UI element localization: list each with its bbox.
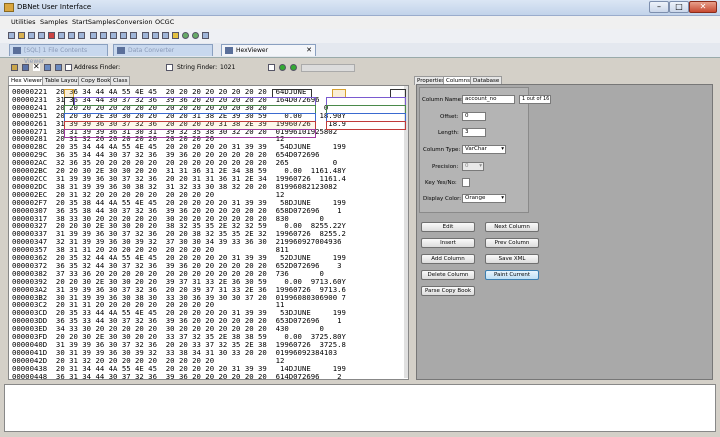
column-type-value: VarChar [465,146,487,152]
find-previous-icon[interactable] [279,64,286,71]
search-progress-bar [301,64,355,72]
hex-dump-text: 00000221 20 36 34 44 4A 55 4E 45 20 20 2… [12,87,346,380]
column-name-label: Column Name: [422,97,463,103]
chevron-down-icon: ▾ [501,195,504,201]
delete-column-button[interactable]: Delete Column [421,270,475,280]
next-column-button[interactable]: Next Column [485,222,539,232]
window-title: DBNet User Interface [17,3,92,11]
italic-icon[interactable] [120,32,127,39]
underline-icon[interactable] [130,32,137,39]
column-type-select[interactable]: VarChar ▾ [462,145,506,154]
print-icon[interactable] [28,32,35,39]
close-icon[interactable]: ✕ [33,63,40,71]
undo-icon[interactable] [90,32,97,39]
list-icon[interactable] [142,32,149,39]
paste-icon[interactable] [68,32,75,39]
bold-icon[interactable] [110,32,117,39]
length-input[interactable]: 3 [462,128,486,137]
close-button[interactable]: ✕ [689,1,717,13]
folder-icon[interactable] [172,32,179,39]
menu-bar: Utilities Samples StartSamples Conversio… [0,16,720,29]
column-name-input[interactable]: account_no [462,95,515,104]
insert-button[interactable]: Insert [421,238,475,248]
document-icon [13,47,21,54]
menu-samples[interactable]: Samples [40,18,68,26]
menu-utilities[interactable]: Utilities [11,18,35,26]
tab-data-converter[interactable]: Data Converter [113,44,213,56]
delete-icon[interactable] [48,32,55,39]
display-color-select[interactable]: Orange ▾ [462,194,506,203]
find-icon[interactable] [78,32,85,39]
output-panel[interactable] [4,384,716,432]
edit-button[interactable]: Edit [421,222,475,232]
search-go-icon[interactable] [268,64,275,71]
string-go-icon[interactable] [166,64,173,71]
prev-column-button[interactable]: Prev Column [485,238,539,248]
refresh-icon[interactable] [192,32,199,39]
maximize-button[interactable]: □ [669,1,689,13]
title-bar: DBNet User Interface – □ ✕ [0,0,720,16]
string-finder-label: String Finder: [177,64,218,71]
go-forward-icon[interactable] [182,32,189,39]
length-label: Length: [438,130,459,136]
document-tabs: [SQL] 1 File Contents Viewer Data Conver… [0,43,720,65]
parse-copy-book-button[interactable]: Parse Copy Book [421,286,475,296]
main-toolbar [0,29,720,44]
tab-table-layout[interactable]: Table Layout [42,76,83,85]
chevron-down-icon: ▾ [501,146,504,152]
save-icon[interactable] [8,32,15,39]
window-icon[interactable] [202,32,209,39]
address-finder-label: Address Finder: [74,64,121,71]
offset-label: Offset: [440,114,459,120]
string-finder-input[interactable]: 1021 [220,64,235,71]
tab-hex-viewer[interactable]: Hex Viewer [8,76,46,85]
app-icon [4,3,14,12]
table-icon[interactable] [152,32,159,39]
hex-dump-panel[interactable]: 00000221 20 36 34 44 4A 55 4E 45 20 20 2… [8,85,409,380]
address-go-icon[interactable] [65,64,72,71]
cut-icon[interactable] [38,32,45,39]
save-icon[interactable] [22,64,29,71]
minimize-button[interactable]: – [649,1,669,13]
hex-toolbar: ✕ Address Finder: String Finder: 1021 [5,61,410,74]
open-folder-icon[interactable] [18,32,25,39]
offset-input[interactable]: 0 [462,112,486,121]
precision-label: Precision: [432,164,459,170]
redo-icon[interactable] [100,32,107,39]
document-icon [225,47,233,54]
precision-select[interactable]: 0 ▾ [462,162,484,171]
tab-copy-book[interactable]: Copy Book [78,76,114,85]
paint-current-button[interactable]: Paint Current [485,270,539,280]
chevron-down-icon: ▾ [479,163,482,169]
save-xml-button[interactable]: Save XML [485,254,539,264]
close-tab-icon[interactable]: ✕ [306,45,312,56]
display-color-value: Orange [465,195,486,201]
find-next-icon[interactable] [290,64,297,71]
menu-ocgc[interactable]: OCGC [155,18,174,26]
tab-file-contents-viewer[interactable]: [SQL] 1 File Contents Viewer [9,44,108,65]
display-color-label: Display Color: [423,196,462,202]
tab-label: Data Converter [128,47,175,54]
key-yes-no-input[interactable] [462,178,470,187]
hex-scrollbar[interactable] [404,86,408,378]
add-column-button[interactable]: Add Column [421,254,475,264]
column-type-label: Column Type: [423,147,461,153]
menu-startsamples[interactable]: StartSamples [72,18,116,26]
tab-class[interactable]: Class [110,76,131,85]
tab-label: HexViewer [236,47,269,54]
tab-hexviewer[interactable]: HexViewer ✕ [221,44,316,56]
document-icon [117,47,125,54]
last-page-icon[interactable] [55,64,62,71]
grid-icon[interactable] [162,32,169,39]
open-folder-icon[interactable] [11,64,18,71]
menu-conversion[interactable]: Conversion [116,18,152,26]
first-page-icon[interactable] [44,64,51,71]
key-yes-no-label: Key Yes/No: [425,180,457,186]
copy-icon[interactable] [58,32,65,39]
precision-value: 0 [465,163,469,169]
column-counter: 1 out of 16 [519,95,551,104]
columns-panel: Column Name: account_no 1 out of 16 Offs… [416,84,713,380]
